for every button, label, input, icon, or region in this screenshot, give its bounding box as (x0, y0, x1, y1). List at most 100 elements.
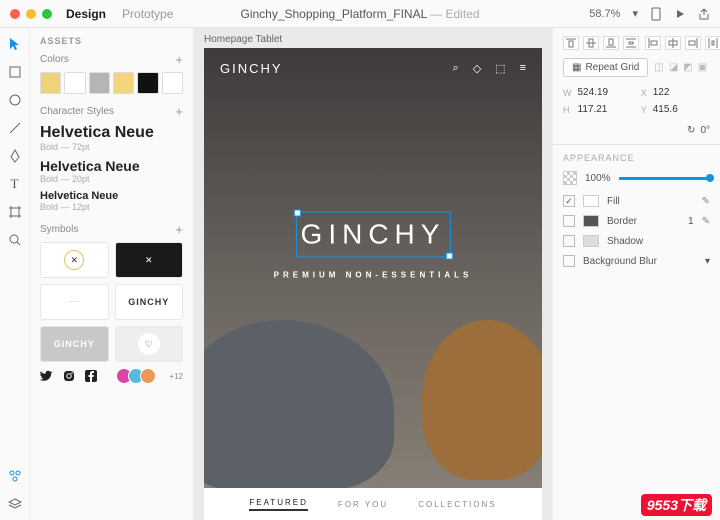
align-left-icon[interactable] (645, 36, 661, 50)
mode-tabs: Design Prototype (66, 7, 173, 21)
symbol-item[interactable]: ♡ (115, 326, 184, 362)
avatar-more-count: +12 (169, 372, 183, 381)
user-icon: ◇ (473, 62, 481, 75)
tab-design[interactable]: Design (66, 7, 106, 21)
shadow-checkbox[interactable] (563, 235, 575, 247)
distribute-h-icon[interactable] (705, 36, 720, 50)
zoom-level[interactable]: 58.7% (589, 8, 620, 20)
colors-heading: Colors (40, 54, 69, 65)
artboard-label[interactable]: Homepage Tablet (204, 34, 542, 45)
char-style-item[interactable]: Helvetica Neue Bold — 12pt (40, 190, 183, 212)
align-vcenter-icon[interactable] (583, 36, 599, 50)
nav-item: COLLECTIONS (418, 500, 496, 509)
minimize-icon[interactable] (26, 9, 36, 19)
color-swatch[interactable] (113, 72, 134, 94)
rotate-icon[interactable]: ↻ (687, 125, 695, 136)
chevron-down-icon[interactable]: ▾ (632, 7, 638, 20)
chevron-down-icon[interactable]: ▾ (705, 256, 710, 267)
artboard-tool-icon[interactable] (7, 204, 23, 220)
border-checkbox[interactable] (563, 215, 575, 227)
opacity-value[interactable]: 100% (585, 173, 611, 184)
fill-color-swatch[interactable] (583, 195, 599, 207)
canvas-area[interactable]: Homepage Tablet GINCHY ⌕ ◇ ⬚ ≡ GINCHY PR… (194, 28, 552, 520)
boolean-subtract-icon[interactable]: ◪ (669, 62, 678, 73)
assets-panel-icon[interactable] (7, 468, 23, 484)
line-tool-icon[interactable] (7, 120, 23, 136)
symbol-item[interactable]: —— (40, 284, 109, 320)
color-swatch[interactable] (64, 72, 85, 94)
facebook-icon[interactable] (85, 370, 97, 382)
nav-item: FEATURED (249, 498, 308, 511)
add-symbol-icon[interactable]: + (175, 222, 183, 237)
char-style-name: Helvetica Neue (40, 190, 183, 202)
close-icon[interactable] (10, 9, 20, 19)
symbol-item[interactable]: ✕ (40, 242, 109, 278)
selected-text-element[interactable]: GINCHY (297, 213, 450, 257)
instagram-icon[interactable] (63, 370, 75, 382)
align-top-icon[interactable] (563, 36, 579, 50)
eyedropper-icon[interactable]: ✎ (702, 196, 710, 207)
symbol-item[interactable]: ✕ (115, 242, 184, 278)
opacity-swatch-icon (563, 171, 577, 185)
share-icon[interactable] (698, 8, 710, 20)
play-icon[interactable] (674, 8, 686, 20)
blur-label: Background Blur (583, 256, 697, 267)
align-bottom-icon[interactable] (603, 36, 619, 50)
symbol-item[interactable]: GINCHY (40, 326, 109, 362)
add-color-icon[interactable]: + (175, 52, 183, 67)
zoom-tool-icon[interactable] (7, 232, 23, 248)
boolean-add-icon[interactable]: ◫ (654, 62, 663, 73)
border-color-swatch[interactable] (583, 215, 599, 227)
ellipse-tool-icon[interactable] (7, 92, 23, 108)
blur-checkbox[interactable] (563, 255, 575, 267)
add-char-style-icon[interactable]: + (175, 104, 183, 119)
symbols-heading: Symbols (40, 224, 78, 235)
color-swatch[interactable] (40, 72, 61, 94)
bag-icon: ⬚ (495, 62, 505, 75)
align-hcenter-icon[interactable] (665, 36, 681, 50)
window-controls (10, 9, 52, 19)
boolean-exclude-icon[interactable]: ▣ (698, 62, 707, 73)
color-swatches (40, 72, 183, 94)
char-style-name: Helvetica Neue (40, 124, 183, 142)
layers-panel-icon[interactable] (7, 496, 23, 512)
artboard[interactable]: GINCHY ⌕ ◇ ⬚ ≡ GINCHY PREMIUM NON-ESSENT… (204, 48, 542, 520)
repeat-grid-button[interactable]: ▦Repeat Grid (563, 58, 648, 77)
char-style-item[interactable]: Helvetica Neue Bold — 72pt (40, 124, 183, 152)
width-value[interactable]: 524.19 (578, 87, 635, 98)
document-title: Ginchy_Shopping_Platform_FINAL — Edited (240, 7, 479, 21)
x-value[interactable]: 122 (653, 87, 710, 98)
assets-panel: ASSETS Colors + Character Styles + Helve (30, 28, 194, 520)
boolean-intersect-icon[interactable]: ◩ (683, 62, 692, 73)
color-swatch[interactable] (137, 72, 158, 94)
shared-avatars[interactable] (120, 368, 156, 384)
align-right-icon[interactable] (685, 36, 701, 50)
char-style-item[interactable]: Helvetica Neue Bold — 20pt (40, 158, 183, 184)
select-tool-icon[interactable] (7, 36, 23, 52)
fill-checkbox[interactable] (563, 195, 575, 207)
y-label: Y (641, 105, 647, 115)
maximize-icon[interactable] (42, 9, 52, 19)
search-icon: ⌕ (453, 62, 459, 75)
color-swatch[interactable] (162, 72, 183, 94)
symbol-item[interactable]: GINCHY (115, 284, 184, 320)
device-preview-icon[interactable] (650, 7, 662, 21)
twitter-icon[interactable] (40, 370, 53, 382)
text-tool-icon[interactable]: T (7, 176, 23, 192)
hero-image-left (204, 320, 394, 490)
char-style-meta: Bold — 12pt (40, 202, 183, 212)
rectangle-tool-icon[interactable] (7, 64, 23, 80)
distribute-v-icon[interactable] (623, 36, 639, 50)
height-label: H (563, 105, 572, 115)
border-width[interactable]: 1 (676, 216, 694, 227)
eyedropper-icon[interactable]: ✎ (702, 216, 710, 227)
color-swatch[interactable] (89, 72, 110, 94)
nav-item: FOR YOU (338, 500, 388, 509)
opacity-slider[interactable] (619, 177, 710, 180)
rotate-value[interactable]: 0° (700, 125, 710, 136)
shadow-color-swatch[interactable] (583, 235, 599, 247)
height-value[interactable]: 117.21 (578, 104, 635, 115)
tab-prototype[interactable]: Prototype (122, 7, 173, 21)
pen-tool-icon[interactable] (7, 148, 23, 164)
y-value[interactable]: 415.6 (653, 104, 710, 115)
